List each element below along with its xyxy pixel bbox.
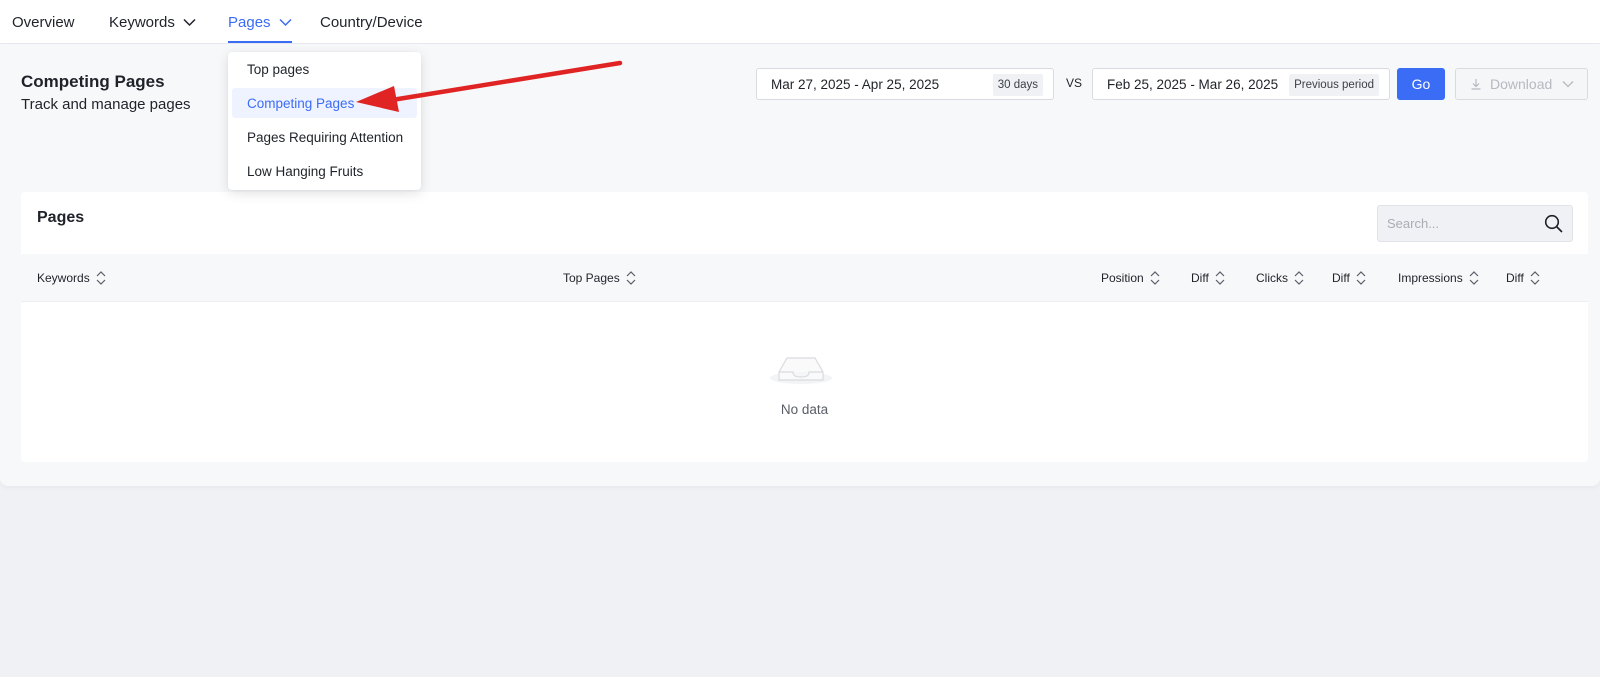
table-header: Keywords Top Pages Position Diff Clicks …	[21, 254, 1588, 302]
menu-item-label: Competing Pages	[247, 95, 355, 111]
table-title: Pages	[37, 209, 85, 226]
menu-item-label: Top pages	[247, 61, 310, 77]
nav-country-device[interactable]: Country/Device	[320, 0, 423, 44]
column-label: Clicks	[1256, 271, 1288, 285]
column-position[interactable]: Position	[1101, 254, 1160, 302]
sort-icon	[1530, 271, 1540, 285]
column-label: Position	[1101, 271, 1144, 285]
sort-icon	[1150, 271, 1160, 285]
column-position-diff[interactable]: Diff	[1191, 254, 1225, 302]
column-keywords[interactable]: Keywords	[37, 254, 106, 302]
sort-icon	[96, 271, 106, 285]
menu-item-label: Low Hanging Fruits	[247, 163, 364, 179]
sort-icon	[1215, 271, 1225, 285]
pages-dropdown-menu: Top pages Competing Pages Pages Requirin…	[228, 52, 421, 190]
column-label: Diff	[1191, 271, 1209, 285]
column-label: Diff	[1506, 271, 1524, 285]
menu-item-pages-requiring-attention[interactable]: Pages Requiring Attention	[232, 122, 417, 152]
page-title: Competing Pages	[21, 72, 165, 91]
nav-pages-label: Pages	[228, 13, 271, 31]
vs-label: VS	[1066, 76, 1083, 90]
download-button[interactable]: Download	[1455, 68, 1588, 100]
menu-item-low-hanging-fruits[interactable]: Low Hanging Fruits	[232, 156, 417, 186]
empty-state: No data	[21, 302, 1588, 462]
search-input[interactable]	[1387, 216, 1537, 231]
nav-overview-label: Overview	[12, 13, 75, 31]
column-impressions-diff[interactable]: Diff	[1506, 254, 1540, 302]
column-impressions[interactable]: Impressions	[1398, 254, 1479, 302]
nav-pages[interactable]: Pages	[228, 0, 292, 44]
column-clicks-diff[interactable]: Diff	[1332, 254, 1366, 302]
chevron-down-icon	[279, 18, 292, 27]
empty-state-text: No data	[780, 402, 829, 417]
nav-keywords[interactable]: Keywords	[109, 0, 196, 44]
sort-icon	[1356, 271, 1366, 285]
compare-date-range-picker[interactable]: Feb 25, 2025 - Mar 26, 2025 Previous per…	[1092, 68, 1390, 100]
empty-inbox-icon	[769, 344, 833, 391]
compare-date-range: Feb 25, 2025 - Mar 26, 2025	[1107, 76, 1279, 92]
current-date-range-picker[interactable]: Mar 27, 2025 - Apr 25, 2025 30 days	[756, 68, 1054, 100]
menu-item-label: Pages Requiring Attention	[247, 129, 404, 145]
column-label: Diff	[1332, 271, 1350, 285]
menu-item-top-pages[interactable]: Top pages	[232, 54, 417, 84]
column-label: Impressions	[1398, 271, 1463, 285]
nav-overview[interactable]: Overview	[12, 0, 75, 44]
column-top-pages[interactable]: Top Pages	[563, 254, 636, 302]
top-nav: Overview Keywords Pages Country/Device	[0, 0, 1600, 44]
go-button[interactable]: Go	[1397, 68, 1445, 100]
column-label: Keywords	[37, 271, 90, 285]
current-period-tag: 30 days	[992, 74, 1043, 96]
nav-country-device-label: Country/Device	[320, 13, 423, 31]
search-icon[interactable]	[1544, 214, 1563, 233]
nav-keywords-label: Keywords	[109, 13, 175, 31]
current-date-range: Mar 27, 2025 - Apr 25, 2025	[771, 76, 940, 92]
chevron-down-icon	[1562, 80, 1574, 88]
menu-item-competing-pages[interactable]: Competing Pages	[232, 88, 417, 118]
page-subtitle: Track and manage pages	[21, 96, 191, 113]
column-label: Top Pages	[563, 271, 620, 285]
compare-period-tag: Previous period	[1289, 74, 1379, 96]
sort-icon	[1469, 271, 1479, 285]
pages-table-card: Pages Keywords Top Pages Position Diff	[21, 192, 1588, 462]
chevron-down-icon	[183, 18, 196, 27]
download-icon	[1470, 78, 1482, 90]
download-label: Download	[1490, 76, 1553, 92]
sort-icon	[1294, 271, 1304, 285]
search-box[interactable]	[1377, 205, 1573, 242]
column-clicks[interactable]: Clicks	[1256, 254, 1304, 302]
sort-icon	[626, 271, 636, 285]
